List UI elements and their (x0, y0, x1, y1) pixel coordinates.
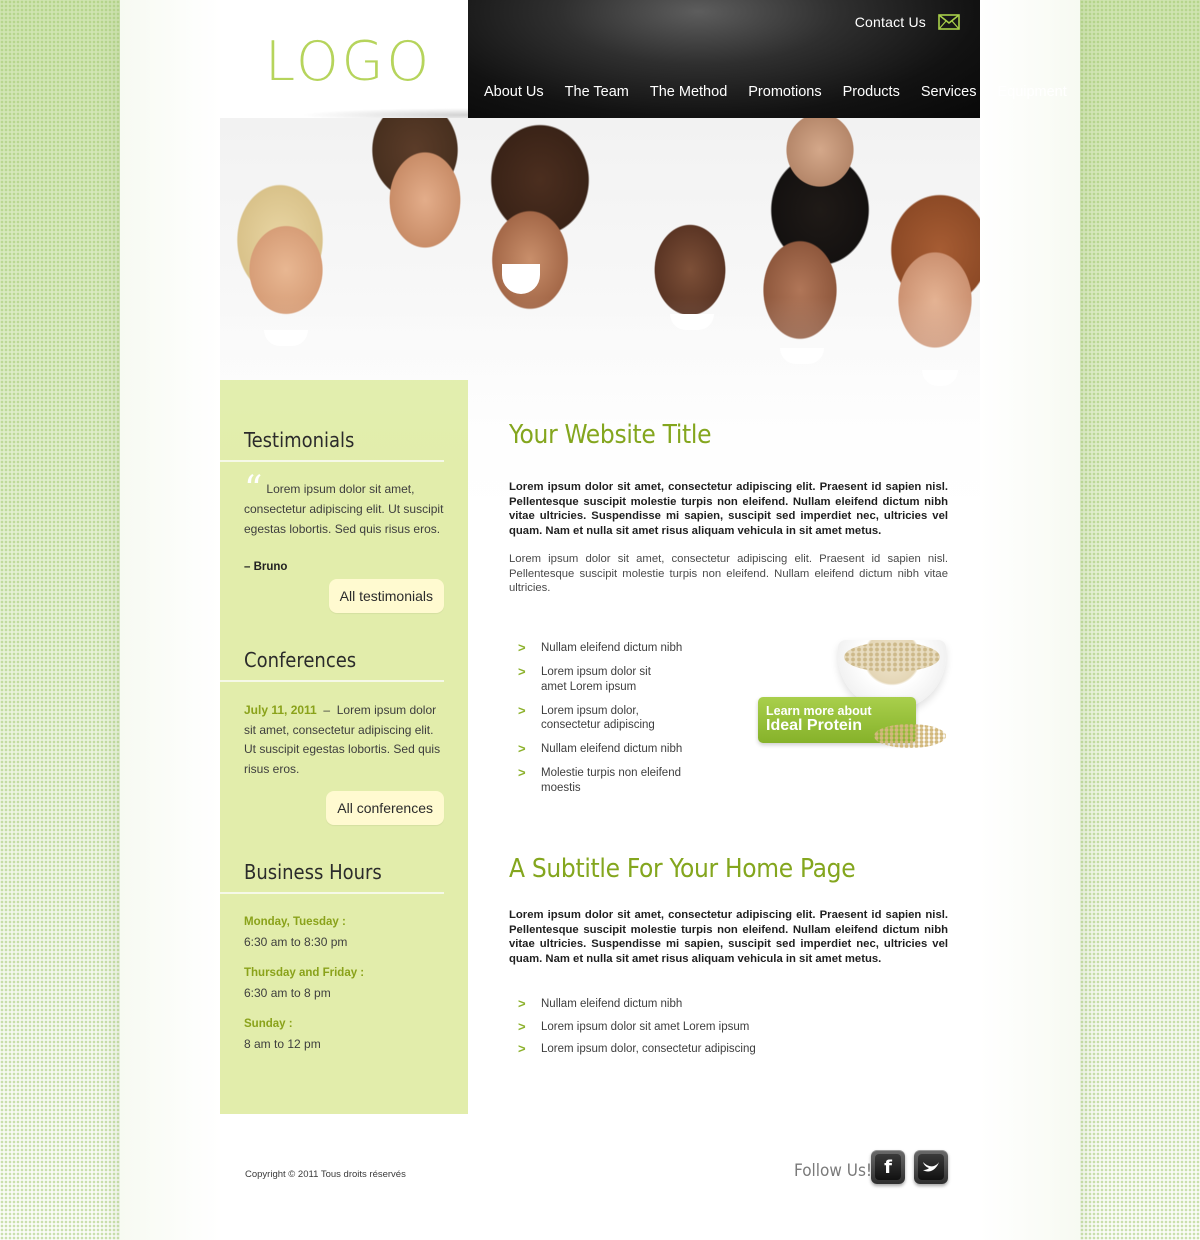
list-item: > Lorem ipsum dolor, consectetur adipisci… (518, 702, 676, 733)
oats-image (844, 642, 940, 672)
list-item-text: Molestie turpis non eleifend moestis (541, 767, 681, 794)
nav-the-team[interactable]: The Team (565, 84, 629, 100)
grain-image (874, 724, 946, 748)
facebook-icon[interactable]: f (875, 1154, 901, 1180)
page-subtitle: A Subtitle For Your Home Page (509, 854, 856, 884)
site-logo[interactable]: LOGO (265, 30, 432, 93)
contact-us-label[interactable]: Contact Us (855, 14, 926, 30)
conference-entry: July 11, 2011 – Lorem ipsum dolor sit am… (244, 703, 441, 776)
sidebar: Testimonials “Lorem ipsum dolor sit amet… (220, 380, 468, 1114)
facebook-button[interactable]: f (871, 1150, 905, 1184)
contact-us-link[interactable]: Contact Us (855, 14, 960, 30)
list-item-text: Lorem ipsum dolor sit amet Lorem ipsum (541, 1020, 750, 1033)
chevron-right-icon: > (518, 741, 526, 756)
hero-smile (502, 264, 540, 294)
page-fade-left (120, 0, 220, 1240)
envelope-icon[interactable] (938, 14, 960, 30)
nav-about-us[interactable]: About Us (484, 84, 544, 100)
copyright-text: Copyright © 2011 Tous droits réservés (245, 1169, 406, 1180)
list-item: > Nullam eleifend dictum nibh (518, 996, 818, 1012)
hours-time: 6:30 am to 8 pm (244, 986, 331, 1000)
list-item-text: Nullam eleifend dictum nibh (541, 998, 683, 1010)
main-nav: About Us The Team The Method Promotions … (484, 84, 1067, 100)
secondary-list: > Nullam eleifend dictum nibh > Lorem ipsu… (518, 996, 818, 1066)
testimonials-heading: Testimonials (244, 428, 355, 452)
page-title: Your Website Title (509, 420, 712, 450)
ideal-protein-promo[interactable]: Learn more about Ideal Protein (758, 632, 958, 758)
testimonial-quote: “Lorem ipsum dolor sit amet, consectetur… (244, 472, 448, 539)
list-item: > Lorem ipsum dolor, consectetur adipisci… (518, 1041, 818, 1057)
twitter-button[interactable] (914, 1150, 948, 1184)
list-item-text: Lorem ipsum dolor sit amet Lorem ipsum (541, 666, 651, 693)
hero-smile (670, 314, 714, 330)
conferences-heading: Conferences (244, 648, 357, 672)
chevron-right-icon: > (518, 702, 526, 718)
divider (220, 892, 444, 894)
hours-time: 8 am to 12 pm (244, 1037, 321, 1051)
chevron-right-icon: > (518, 1018, 526, 1034)
list-item-text: Lorem ipsum dolor, consectetur adipiscin… (541, 1043, 756, 1055)
list-item-text: Lorem ipsum dolor, consectetur adipiscin… (541, 704, 655, 732)
nav-products[interactable]: Products (843, 84, 900, 100)
hours-days: Monday, Tuesday : (244, 916, 346, 928)
business-hours-heading: Business Hours (244, 860, 382, 884)
testimonial-text: Lorem ipsum dolor sit amet, consectetur … (244, 482, 444, 536)
top-navigation-bar: Contact Us About Us The Team The Method … (468, 0, 1067, 118)
subtitle-bold-paragraph: Lorem ipsum dolor sit amet, consectetur … (509, 909, 948, 965)
follow-us-label: Follow Us! (794, 1161, 873, 1181)
divider (220, 460, 444, 462)
list-item: > Lorem ipsum dolor sit amet Lorem ipsum (518, 664, 666, 694)
nav-the-method[interactable]: The Method (650, 84, 727, 100)
hours-days: Thursday and Friday : (244, 967, 365, 979)
hero-smile (264, 330, 308, 346)
list-item: > Nullam eleifend dictum nibh (518, 640, 708, 656)
all-conferences-button[interactable]: All conferences (326, 791, 444, 825)
hero-smile (780, 348, 824, 364)
intro-paragraph: Lorem ipsum dolor sit amet, consectetur … (509, 553, 948, 594)
twitter-icon[interactable] (918, 1154, 944, 1180)
list-item: > Nullam eleifend dictum nibh (518, 741, 708, 757)
chevron-right-icon: > (518, 1041, 526, 1056)
list-item-text: Nullam eleifend dictum nibh (541, 642, 683, 654)
conference-date: July 11, 2011 (244, 703, 317, 717)
nav-promotions[interactable]: Promotions (748, 84, 821, 100)
nav-equipment[interactable]: Equipment (997, 84, 1066, 100)
chevron-right-icon: > (518, 640, 526, 655)
list-item-text: Nullam eleifend dictum nibh (541, 743, 683, 755)
feature-list: > Nullam eleifend dictum nibh > Lorem ipsu… (518, 640, 708, 805)
chevron-right-icon: > (518, 996, 526, 1011)
nav-services[interactable]: Services (921, 84, 977, 100)
hero-smile (922, 370, 958, 386)
hours-days: Sunday : (244, 1018, 293, 1030)
list-item: > Molestie turpis non eleifend moestis (518, 765, 691, 795)
list-item: > Lorem ipsum dolor sit amet Lorem ipsum (518, 1018, 818, 1035)
divider (220, 680, 444, 682)
chevron-right-icon: > (518, 765, 526, 780)
chevron-right-icon: > (518, 664, 526, 679)
promo-line-1: Learn more about (766, 704, 872, 718)
testimonial-author: – Bruno (244, 561, 288, 573)
promo-line-2: Ideal Protein (766, 717, 863, 734)
intro-bold-paragraph: Lorem ipsum dolor sit amet, consectetur … (509, 481, 948, 537)
all-testimonials-button[interactable]: All testimonials (328, 579, 444, 613)
page-fade-right (980, 0, 1080, 1240)
hours-time: 6:30 am to 8:30 pm (244, 935, 348, 949)
